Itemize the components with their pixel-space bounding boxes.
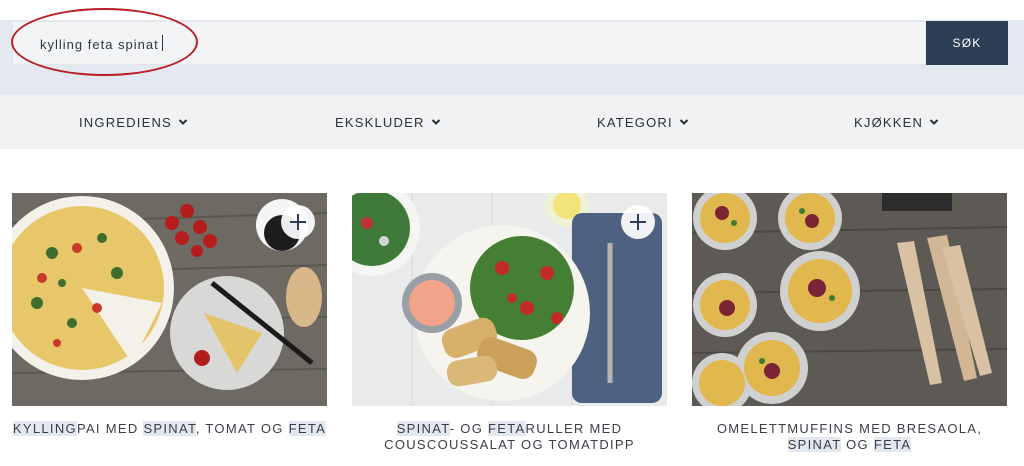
title-part: FETA [288,421,327,436]
recipe-title[interactable]: OMELETTMUFFINS MED BRESAOLA, SPINAT OG F… [692,421,1007,453]
filter-label: INGREDIENS [79,114,172,130]
title-part: OMELETTMUFFINS MED BRESAOLA, [716,421,983,436]
filter-kategori[interactable]: KATEGORI [597,95,689,149]
filter-ekskluder[interactable]: EKSKLUDER [335,95,441,149]
filter-bar: INGREDIENS EKSKLUDER KATEGORI KJØKKEN [0,95,1024,149]
recipe-card[interactable]: KYLLINGPAI MED SPINAT, TOMAT OG FETA [12,193,327,436]
annotation-circle [11,8,198,76]
title-part: OG [841,437,874,452]
title-part: FETA [873,437,912,452]
title-part: KYLLING [12,421,77,436]
salad-rolls-photo[interactable] [352,193,667,406]
filter-label: KATEGORI [597,114,673,130]
chevron-down-icon [929,119,939,125]
title-part: PAI MED [76,421,144,436]
filter-label: KJØKKEN [854,114,924,130]
recipe-card[interactable]: SPINAT- OG FETARULLER MED COUSCOUSSALAT … [352,193,667,452]
title-part: SPINAT [787,437,842,452]
chevron-down-icon [679,119,689,125]
title-part: , TOMAT OG [195,421,289,436]
recipe-title[interactable]: KYLLINGPAI MED SPINAT, TOMAT OG FETA [12,421,327,437]
omelette-muffins-photo[interactable] [692,193,1007,406]
title-part: SPINAT [396,421,450,436]
filter-ingrediens[interactable]: INGREDIENS [79,95,188,149]
filter-kjokken[interactable]: KJØKKEN [854,95,939,149]
plus-icon [290,214,306,230]
recipe-title[interactable]: SPINAT- OG FETARULLER MED COUSCOUSSALAT … [352,421,667,453]
search-button[interactable]: SØK [926,21,1008,65]
add-to-list-button[interactable] [621,205,655,239]
quiche-photo[interactable] [12,193,327,406]
chevron-down-icon [431,119,440,125]
title-part: SPINAT [143,421,196,436]
filter-label: EKSKLUDER [335,114,425,130]
plus-icon [630,214,646,230]
add-to-list-button[interactable] [281,205,315,239]
recipe-card[interactable]: OMELETTMUFFINS MED BRESAOLA, SPINAT OG F… [692,193,1007,452]
title-part: - OG [449,421,489,436]
chevron-down-icon [178,119,188,125]
title-part: FETA [488,421,526,436]
